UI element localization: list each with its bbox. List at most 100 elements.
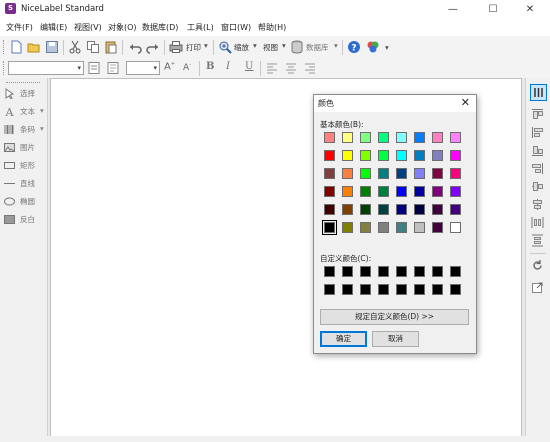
color-palette-icon[interactable] (366, 40, 380, 54)
selected-color-swatch[interactable] (322, 220, 337, 235)
custom-color-swatch[interactable] (414, 266, 425, 277)
toolbar-overflow-arrow[interactable]: ▾ (385, 43, 389, 52)
custom-color-swatch[interactable] (450, 266, 461, 277)
custom-color-swatch[interactable] (378, 284, 389, 295)
basic-color-swatch[interactable] (432, 222, 443, 233)
menu-view[interactable]: 视图(V) (74, 22, 102, 33)
cut-icon[interactable] (68, 40, 82, 54)
custom-color-swatch[interactable] (360, 266, 371, 277)
database-icon[interactable] (290, 40, 304, 54)
undo-icon[interactable] (128, 40, 142, 54)
basic-color-swatch[interactable] (342, 132, 353, 143)
custom-color-swatch[interactable] (396, 284, 407, 295)
custom-color-swatch[interactable] (324, 266, 335, 277)
minimize-button[interactable]: — (433, 0, 473, 19)
basic-color-swatch[interactable] (324, 150, 335, 161)
basic-color-swatch[interactable] (360, 204, 371, 215)
cancel-button[interactable]: 取消 (372, 331, 419, 347)
underline-button[interactable]: U (245, 61, 253, 72)
font-size-dropdown[interactable] (126, 61, 160, 75)
basic-color-swatch[interactable] (360, 168, 371, 179)
basic-color-swatch[interactable] (378, 204, 389, 215)
basic-color-swatch[interactable] (432, 150, 443, 161)
basic-color-swatch[interactable] (396, 132, 407, 143)
menu-tools[interactable]: 工具(L) (187, 22, 214, 33)
tool-line[interactable]: 直线 (4, 177, 46, 191)
close-button[interactable]: ✕ (510, 0, 550, 19)
basic-color-swatch[interactable] (342, 204, 353, 215)
database-button[interactable]: 数据库 (306, 42, 329, 53)
basic-color-swatch[interactable] (396, 168, 407, 179)
menu-window[interactable]: 窗口(W) (221, 22, 251, 33)
basic-color-swatch[interactable] (432, 186, 443, 197)
custom-color-swatch[interactable] (396, 266, 407, 277)
paste-icon[interactable] (104, 40, 118, 54)
tool-select[interactable]: 选择 (4, 87, 46, 101)
basic-color-swatch[interactable] (450, 222, 461, 233)
basic-color-swatch[interactable] (324, 204, 335, 215)
basic-color-swatch[interactable] (396, 150, 407, 161)
grow-font-icon[interactable]: A+ (164, 61, 175, 72)
rotate-icon[interactable] (531, 259, 544, 272)
database-dropdown-arrow[interactable]: ▾ (334, 41, 338, 50)
basic-color-swatch[interactable] (414, 150, 425, 161)
basic-color-swatch[interactable] (324, 168, 335, 179)
basic-color-swatch[interactable] (360, 132, 371, 143)
align-left-objects-icon[interactable] (531, 126, 544, 139)
basic-color-swatch[interactable] (360, 222, 371, 233)
tool-picture[interactable]: 图片 (4, 141, 46, 155)
help-icon[interactable]: ? (347, 40, 361, 54)
basic-color-swatch[interactable] (342, 222, 353, 233)
distribute-vertical-icon[interactable] (531, 234, 544, 247)
font-name-dropdown[interactable] (8, 61, 84, 75)
print-button[interactable]: 打印 (186, 42, 201, 53)
custom-color-swatch[interactable] (450, 284, 461, 295)
font-settings-icon[interactable] (87, 61, 101, 75)
toolbar-grip[interactable] (3, 61, 6, 75)
basic-color-swatch[interactable] (432, 168, 443, 179)
custom-color-swatch[interactable] (378, 266, 389, 277)
custom-color-swatch[interactable] (414, 284, 425, 295)
save-icon[interactable] (45, 40, 59, 54)
basic-color-swatch[interactable] (342, 150, 353, 161)
shrink-font-icon[interactable]: A- (183, 62, 191, 73)
basic-color-swatch[interactable] (396, 186, 407, 197)
open-folder-icon[interactable] (27, 40, 41, 54)
menu-object[interactable]: 对象(O) (108, 22, 137, 33)
define-custom-colors-button[interactable]: 规定自定义颜色(D) >> (320, 309, 469, 325)
font-style-icon[interactable] (106, 61, 120, 75)
basic-color-swatch[interactable] (360, 186, 371, 197)
redo-icon[interactable] (146, 40, 160, 54)
basic-color-swatch[interactable] (342, 186, 353, 197)
menu-help[interactable]: 帮助(H) (258, 22, 286, 33)
printer-icon[interactable] (169, 40, 183, 54)
basic-color-swatch[interactable] (378, 150, 389, 161)
basic-color-swatch[interactable] (360, 150, 371, 161)
basic-color-swatch[interactable] (324, 132, 335, 143)
align-center-objects-icon[interactable] (531, 198, 544, 211)
align-left-icon[interactable] (265, 61, 279, 75)
tool-ellipse[interactable]: 椭圆 (4, 195, 46, 209)
basic-color-swatch[interactable] (378, 168, 389, 179)
basic-color-swatch[interactable] (378, 222, 389, 233)
copy-icon[interactable] (86, 40, 100, 54)
menu-edit[interactable]: 编辑(E) (40, 22, 67, 33)
basic-color-swatch[interactable] (378, 132, 389, 143)
properties-button[interactable] (530, 84, 547, 101)
italic-button[interactable]: I (226, 61, 230, 72)
custom-color-swatch[interactable] (360, 284, 371, 295)
menu-file[interactable]: 文件(F) (6, 22, 33, 33)
basic-color-swatch[interactable] (450, 168, 461, 179)
align-right-objects-icon[interactable] (531, 162, 544, 175)
align-center-icon[interactable] (284, 61, 298, 75)
basic-color-swatch[interactable] (450, 186, 461, 197)
tool-rectangle[interactable]: 矩形 (4, 159, 46, 173)
bold-button[interactable]: B (206, 61, 214, 72)
custom-color-swatch[interactable] (432, 266, 443, 277)
basic-color-swatch[interactable] (396, 222, 407, 233)
basic-color-swatch[interactable] (450, 204, 461, 215)
view-button[interactable]: 视图 (263, 42, 278, 53)
basic-color-swatch[interactable] (324, 186, 335, 197)
maximize-button[interactable]: ☐ (473, 0, 513, 19)
basic-color-swatch[interactable] (432, 204, 443, 215)
